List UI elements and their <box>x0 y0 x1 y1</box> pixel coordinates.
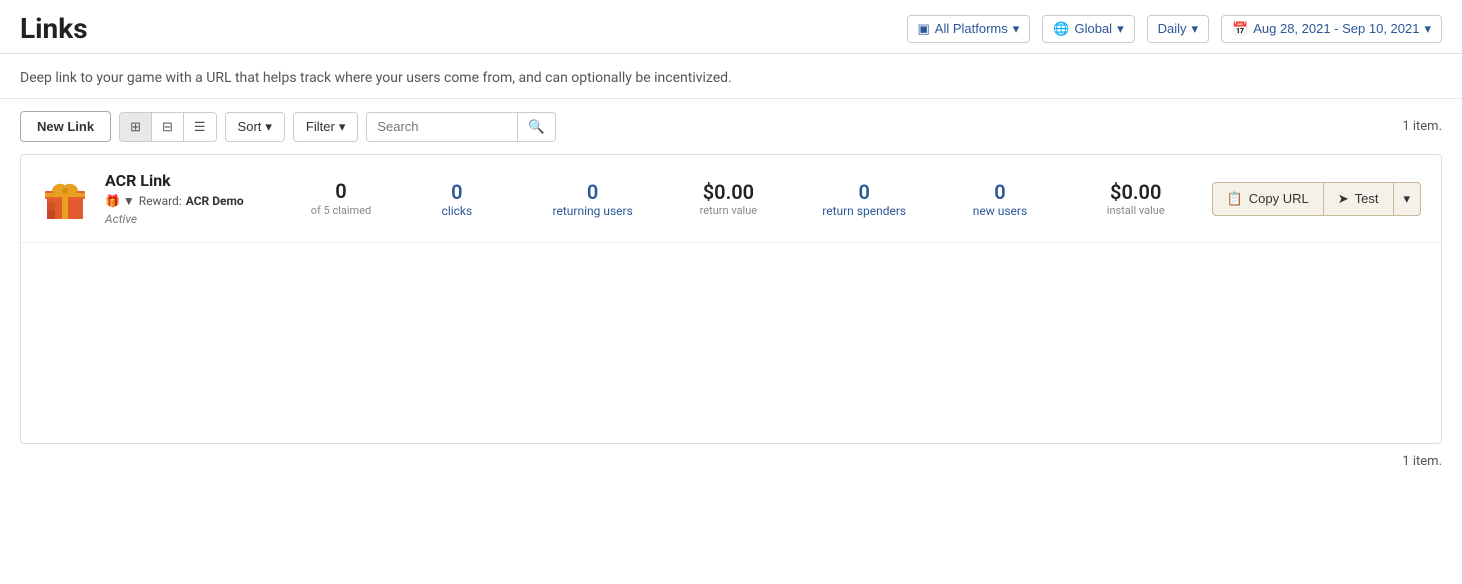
view-toggle: ⊞ ⊟ ☰ <box>119 112 216 142</box>
claimed-stat: 0 of 5 claimed <box>301 179 381 218</box>
grid-large-icon: ⊟ <box>162 119 173 135</box>
grid-large-view-button[interactable]: ⊟ <box>152 113 184 141</box>
date-range-selector[interactable]: 📅 Aug 28, 2021 - Sep 10, 2021 ▾ <box>1221 15 1442 43</box>
frequency-label: Daily <box>1158 21 1187 36</box>
return-value-stat: $0.00 return value <box>669 180 789 217</box>
test-label: Test <box>1355 191 1379 206</box>
platform-selector[interactable]: ▣ All Platforms ▾ <box>907 15 1031 43</box>
region-chevron-icon: ▾ <box>1117 21 1124 37</box>
claimed-label: of 5 claimed <box>301 203 381 218</box>
install-value-label: install value <box>1076 204 1196 217</box>
install-value-stat: $0.00 install value <box>1076 180 1196 217</box>
calendar-icon: 📅 <box>1232 21 1248 37</box>
platform-label: All Platforms <box>935 21 1008 36</box>
install-value-value: $0.00 <box>1076 180 1196 204</box>
sort-chevron-icon: ▾ <box>265 119 272 135</box>
grid-small-icon: ⊞ <box>130 119 141 135</box>
return-spenders-value: 0 <box>804 180 924 204</box>
toolbar: New Link ⊞ ⊟ ☰ Sort ▾ Filter ▾ 🔍 1 <box>0 99 1462 154</box>
search-box: 🔍 <box>366 112 556 142</box>
reward-label: Reward: <box>139 194 182 208</box>
new-link-button[interactable]: New Link <box>20 111 111 142</box>
list-icon: ☰ <box>194 119 206 135</box>
clicks-stat: 0 clicks <box>397 180 517 218</box>
top-bar: Links ▣ All Platforms ▾ 🌐 Global ▾ Daily… <box>0 0 1462 54</box>
globe-icon: 🌐 <box>1053 21 1069 37</box>
claimed-value: 0 <box>301 179 381 203</box>
empty-area <box>21 243 1441 443</box>
link-reward: 🎁 ▼ Reward: ACR Demo <box>105 194 285 208</box>
reward-name: ACR Demo <box>186 194 244 208</box>
search-input[interactable] <box>367 113 517 140</box>
copy-icon: 📋 <box>1227 191 1243 207</box>
return-spenders-label: return spenders <box>804 204 924 218</box>
description: Deep link to your game with a URL that h… <box>0 54 1462 99</box>
action-buttons: 📋 Copy URL ➤ Test ▾ <box>1212 182 1421 216</box>
platform-icon: ▣ <box>918 21 930 37</box>
return-spenders-stat: 0 return spenders <box>804 180 924 218</box>
main-content: ACR Link 🎁 ▼ Reward: ACR Demo Active 0 o… <box>0 154 1462 444</box>
returning-users-stat: 0 returning users <box>533 180 653 218</box>
new-users-value: 0 <box>940 180 1060 204</box>
copy-url-label: Copy URL <box>1249 191 1309 206</box>
bottom-count: 1 item. <box>0 444 1462 479</box>
item-count-bottom: 1 item. <box>1402 454 1442 469</box>
region-label: Global <box>1074 21 1112 36</box>
clicks-label: clicks <box>397 204 517 218</box>
link-info: ACR Link 🎁 ▼ Reward: ACR Demo Active <box>105 171 285 226</box>
date-range-label: Aug 28, 2021 - Sep 10, 2021 <box>1253 21 1419 36</box>
link-status: Active <box>105 212 285 226</box>
return-value-value: $0.00 <box>669 180 789 204</box>
date-chevron-icon: ▾ <box>1424 21 1431 37</box>
region-selector[interactable]: 🌐 Global ▾ <box>1042 15 1134 43</box>
page-title: Links <box>20 12 88 45</box>
search-button[interactable]: 🔍 <box>517 113 555 141</box>
list-view-button[interactable]: ☰ <box>184 113 216 141</box>
returning-users-label: returning users <box>533 204 653 218</box>
link-name: ACR Link <box>105 171 285 190</box>
reward-icons: 🎁 ▼ <box>105 194 135 208</box>
clicks-value: 0 <box>397 180 517 204</box>
sort-label: Sort <box>238 119 262 134</box>
links-table: ACR Link 🎁 ▼ Reward: ACR Demo Active 0 o… <box>20 154 1442 444</box>
link-icon <box>41 175 89 223</box>
frequency-chevron-icon: ▾ <box>1192 21 1199 37</box>
return-value-label: return value <box>669 204 789 217</box>
item-count-top: 1 item. <box>1402 119 1442 134</box>
new-users-label: new users <box>940 204 1060 218</box>
sort-button[interactable]: Sort ▾ <box>225 112 285 142</box>
filter-label: Filter <box>306 119 335 134</box>
copy-url-button[interactable]: 📋 Copy URL <box>1212 182 1323 216</box>
returning-users-value: 0 <box>533 180 653 204</box>
toolbar-left: New Link ⊞ ⊟ ☰ Sort ▾ Filter ▾ 🔍 <box>20 111 556 142</box>
platform-chevron-icon: ▾ <box>1013 21 1020 37</box>
frequency-selector[interactable]: Daily ▾ <box>1147 15 1209 43</box>
filter-button[interactable]: Filter ▾ <box>293 112 358 142</box>
table-row: ACR Link 🎁 ▼ Reward: ACR Demo Active 0 o… <box>21 155 1441 243</box>
search-icon: 🔍 <box>528 119 545 134</box>
grid-small-view-button[interactable]: ⊞ <box>120 113 152 141</box>
top-controls: ▣ All Platforms ▾ 🌐 Global ▾ Daily ▾ 📅 A… <box>907 15 1443 43</box>
action-dropdown-button[interactable]: ▾ <box>1393 182 1422 216</box>
test-button[interactable]: ➤ Test <box>1323 182 1393 216</box>
dropdown-chevron-icon: ▾ <box>1404 191 1411 206</box>
new-users-stat: 0 new users <box>940 180 1060 218</box>
test-icon: ➤ <box>1338 191 1349 207</box>
filter-chevron-icon: ▾ <box>339 119 346 135</box>
